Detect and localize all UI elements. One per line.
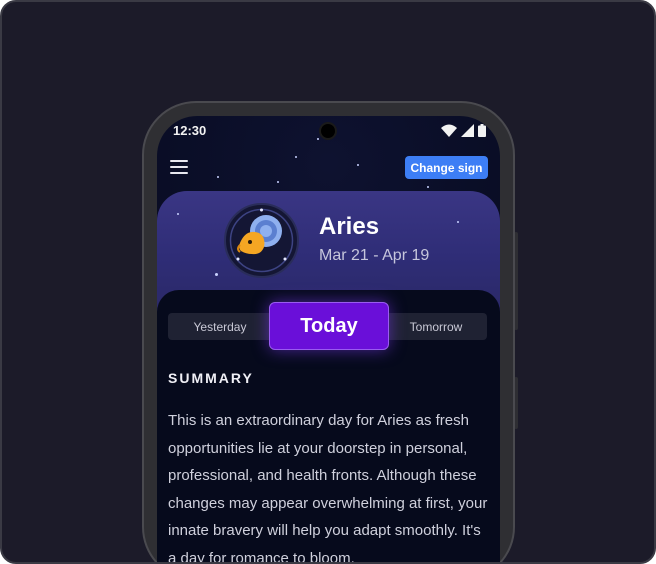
wifi-icon: [441, 124, 457, 137]
phone-mockup: 12:30 Change sign Aries Mar 21 - Apr 19 …: [142, 101, 515, 564]
star-decoration: [317, 138, 319, 140]
sign-date-range: Mar 21 - Apr 19: [319, 247, 430, 264]
status-time: 12:30: [173, 123, 207, 138]
star-decoration: [427, 186, 429, 188]
status-icons: [441, 124, 486, 137]
app-frame: 12:30 Change sign Aries Mar 21 - Apr 19 …: [0, 0, 656, 564]
star-decoration: [457, 221, 459, 223]
phone-screen: 12:30 Change sign Aries Mar 21 - Apr 19 …: [157, 116, 500, 564]
ram-icon: [229, 208, 294, 273]
star-decoration: [177, 213, 179, 215]
change-sign-button[interactable]: Change sign: [405, 156, 488, 179]
tab-tomorrow[interactable]: Tomorrow: [385, 313, 487, 340]
star-decoration: [357, 164, 359, 166]
tab-yesterday[interactable]: Yesterday: [168, 313, 272, 340]
horoscope-panel: Yesterday Tomorrow Today SUMMARY This is…: [157, 290, 500, 564]
hamburger-menu-icon[interactable]: [170, 159, 190, 175]
summary-heading: SUMMARY: [168, 370, 254, 386]
star-decoration: [217, 176, 219, 178]
star-decoration: [295, 156, 297, 158]
summary-text: This is an extraordinary day for Aries a…: [168, 412, 488, 564]
tab-today[interactable]: Today: [269, 302, 389, 350]
star-decoration: [277, 181, 279, 183]
sign-name: Aries: [319, 213, 380, 240]
battery-icon: [478, 124, 486, 137]
cell-signal-icon: [461, 124, 474, 137]
aries-emblem: [224, 203, 299, 278]
star-decoration: [215, 273, 218, 276]
front-camera: [319, 122, 337, 140]
